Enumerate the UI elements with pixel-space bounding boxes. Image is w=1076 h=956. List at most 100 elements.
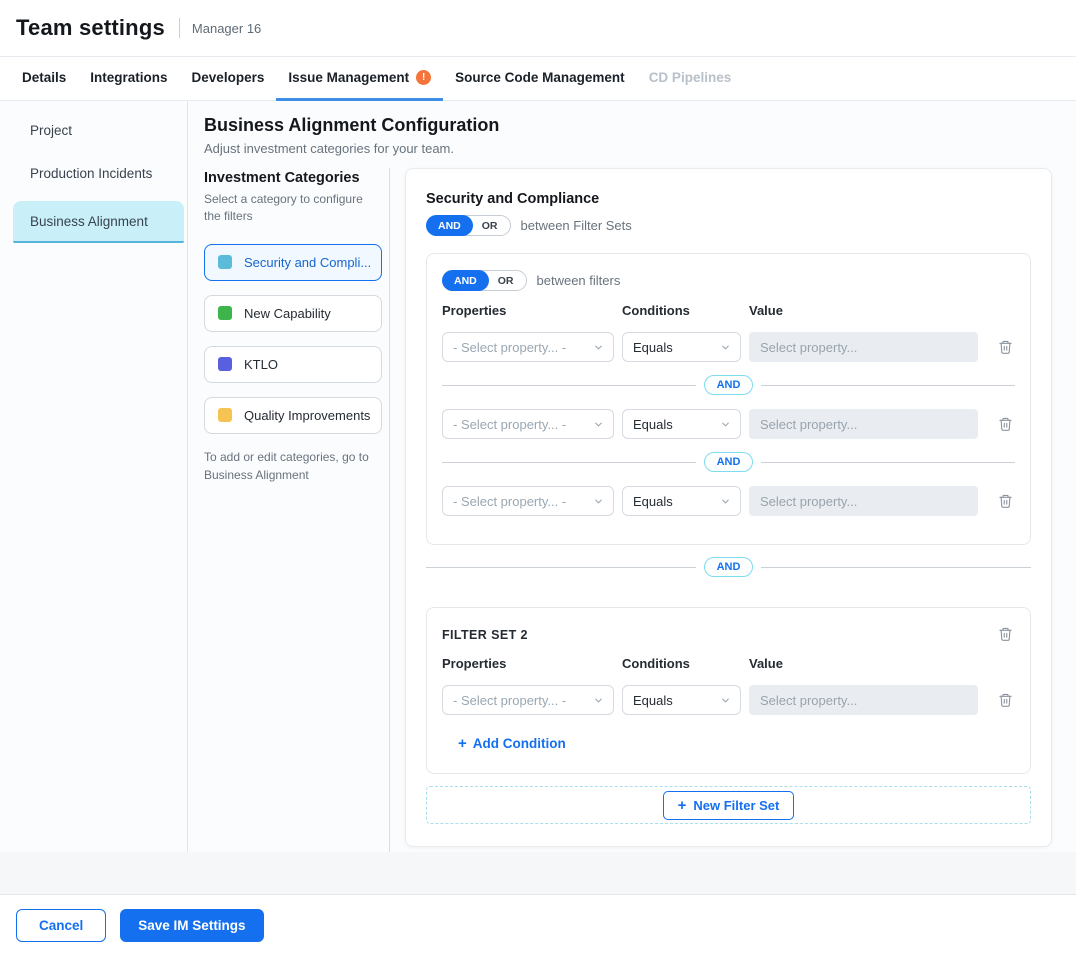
- filter-set-1: AND OR between filters Properties Condit…: [426, 253, 1031, 545]
- page-title: Team settings: [16, 15, 165, 41]
- category-color-swatch: [218, 255, 232, 269]
- chevron-down-icon: [593, 695, 604, 706]
- category-panel-heading: Security and Compliance: [426, 191, 1031, 207]
- section-title: Business Alignment Configuration: [204, 115, 1060, 136]
- category-quality-improvements[interactable]: Quality Improvements: [204, 397, 382, 434]
- content-header: Business Alignment Configuration Adjust …: [188, 101, 1076, 168]
- filter-row: - Select property... - Equals: [442, 332, 1015, 362]
- condition-select[interactable]: Equals: [622, 332, 741, 362]
- sidebar-item-project[interactable]: Project: [0, 109, 187, 152]
- chevron-down-icon: [720, 419, 731, 430]
- trash-icon: [998, 692, 1013, 708]
- trash-icon: [998, 339, 1013, 355]
- chevron-down-icon: [593, 419, 604, 430]
- content-columns: Investment Categories Select a category …: [188, 168, 1076, 852]
- or-option[interactable]: OR: [473, 220, 508, 232]
- action-footer: Cancel Save IM Settings: [0, 895, 1076, 956]
- filter-panel-card: Security and Compliance AND OR between F…: [405, 168, 1052, 847]
- and-connector-pill: AND: [704, 375, 754, 395]
- new-filter-set-button[interactable]: + New Filter Set: [663, 791, 795, 820]
- tab-issue-management[interactable]: Issue Management !: [276, 57, 443, 101]
- and-option[interactable]: AND: [442, 270, 489, 291]
- chevron-down-icon: [720, 496, 731, 507]
- property-select[interactable]: - Select property... -: [442, 409, 614, 439]
- footer-spacer: [0, 852, 1076, 895]
- and-connector-between-sets: AND: [426, 557, 1031, 577]
- condition-select[interactable]: Equals: [622, 685, 741, 715]
- property-select[interactable]: - Select property... -: [442, 685, 614, 715]
- delete-filter-button[interactable]: [996, 414, 1015, 434]
- conditions-header: Conditions: [622, 656, 749, 671]
- filter-row: - Select property... - Equals: [442, 409, 1015, 439]
- add-condition-button[interactable]: + Add Condition: [458, 735, 566, 752]
- conditions-header: Conditions: [622, 303, 749, 318]
- chevron-down-icon: [593, 496, 604, 507]
- value-header: Value: [749, 656, 1015, 671]
- chevron-down-icon: [720, 695, 731, 706]
- delete-filter-button[interactable]: [996, 491, 1015, 511]
- value-header: Value: [749, 303, 1015, 318]
- plus-icon: +: [458, 735, 467, 752]
- investment-categories-column: Investment Categories Select a category …: [188, 168, 390, 852]
- categories-description: Select a category to configure the filte…: [204, 191, 364, 226]
- property-select[interactable]: - Select property... -: [442, 332, 614, 362]
- content-area: Business Alignment Configuration Adjust …: [188, 101, 1076, 852]
- category-color-swatch: [218, 306, 232, 320]
- trash-icon: [998, 626, 1013, 642]
- property-select[interactable]: - Select property... -: [442, 486, 614, 516]
- tab-cd-pipelines: CD Pipelines: [637, 57, 744, 101]
- value-input[interactable]: [749, 332, 978, 362]
- new-filter-set-dropzone: + New Filter Set: [426, 786, 1031, 824]
- category-new-capability[interactable]: New Capability: [204, 295, 382, 332]
- sidebar-item-business-alignment[interactable]: Business Alignment: [13, 201, 184, 243]
- condition-select[interactable]: Equals: [622, 486, 741, 516]
- tab-integrations[interactable]: Integrations: [78, 57, 179, 101]
- category-security-and-compliance[interactable]: Security and Compli...: [204, 244, 382, 281]
- tab-source-code-management[interactable]: Source Code Management: [443, 57, 637, 101]
- properties-header: Properties: [442, 303, 622, 318]
- chevron-down-icon: [720, 342, 731, 353]
- or-option[interactable]: OR: [489, 275, 524, 287]
- delete-filter-button[interactable]: [996, 690, 1015, 710]
- settings-sidebar: Project Production Incidents Business Al…: [0, 101, 188, 852]
- and-option[interactable]: AND: [426, 215, 473, 236]
- page-context-label: Manager 16: [192, 21, 261, 36]
- sidebar-item-production-incidents[interactable]: Production Incidents: [0, 152, 187, 195]
- and-connector: AND: [442, 375, 1015, 395]
- delete-filter-button[interactable]: [996, 337, 1015, 357]
- filter-column-headers: Properties Conditions Value: [442, 303, 1015, 318]
- filter-row: - Select property... - Equals: [442, 685, 1015, 715]
- trash-icon: [998, 493, 1013, 509]
- filter-sets-operator-row: AND OR between Filter Sets: [426, 215, 1031, 236]
- and-connector: AND: [442, 452, 1015, 472]
- filter-set-2-title: FILTER SET 2: [442, 624, 528, 642]
- condition-select[interactable]: Equals: [622, 409, 741, 439]
- filter-column-headers: Properties Conditions Value: [442, 656, 1015, 671]
- filters-operator-row: AND OR between filters: [442, 270, 1015, 291]
- categories-heading: Investment Categories: [204, 170, 377, 186]
- trash-icon: [998, 416, 1013, 432]
- value-input[interactable]: [749, 409, 978, 439]
- tab-details[interactable]: Details: [10, 57, 78, 101]
- delete-filter-set-button[interactable]: [996, 624, 1015, 644]
- between-filters-label: between filters: [537, 273, 621, 288]
- properties-header: Properties: [442, 656, 622, 671]
- cancel-button[interactable]: Cancel: [16, 909, 106, 942]
- settings-body: Project Production Incidents Business Al…: [0, 101, 1076, 852]
- tab-developers[interactable]: Developers: [180, 57, 277, 101]
- and-or-toggle[interactable]: AND OR: [426, 215, 511, 236]
- category-ktlo[interactable]: KTLO: [204, 346, 382, 383]
- filter-set-2: FILTER SET 2 Properties Conditions Value: [426, 607, 1031, 774]
- between-filter-sets-label: between Filter Sets: [521, 218, 632, 233]
- chevron-down-icon: [593, 342, 604, 353]
- save-im-settings-button[interactable]: Save IM Settings: [120, 909, 263, 942]
- category-color-swatch: [218, 357, 232, 371]
- value-input[interactable]: [749, 486, 978, 516]
- value-input[interactable]: [749, 685, 978, 715]
- and-connector-pill: AND: [704, 452, 754, 472]
- categories-footnote: To add or edit categories, go to Busines…: [204, 448, 374, 484]
- and-or-toggle[interactable]: AND OR: [442, 270, 527, 291]
- filter-set-2-header: FILTER SET 2: [442, 624, 1015, 644]
- category-color-swatch: [218, 408, 232, 422]
- warning-icon: !: [416, 70, 431, 85]
